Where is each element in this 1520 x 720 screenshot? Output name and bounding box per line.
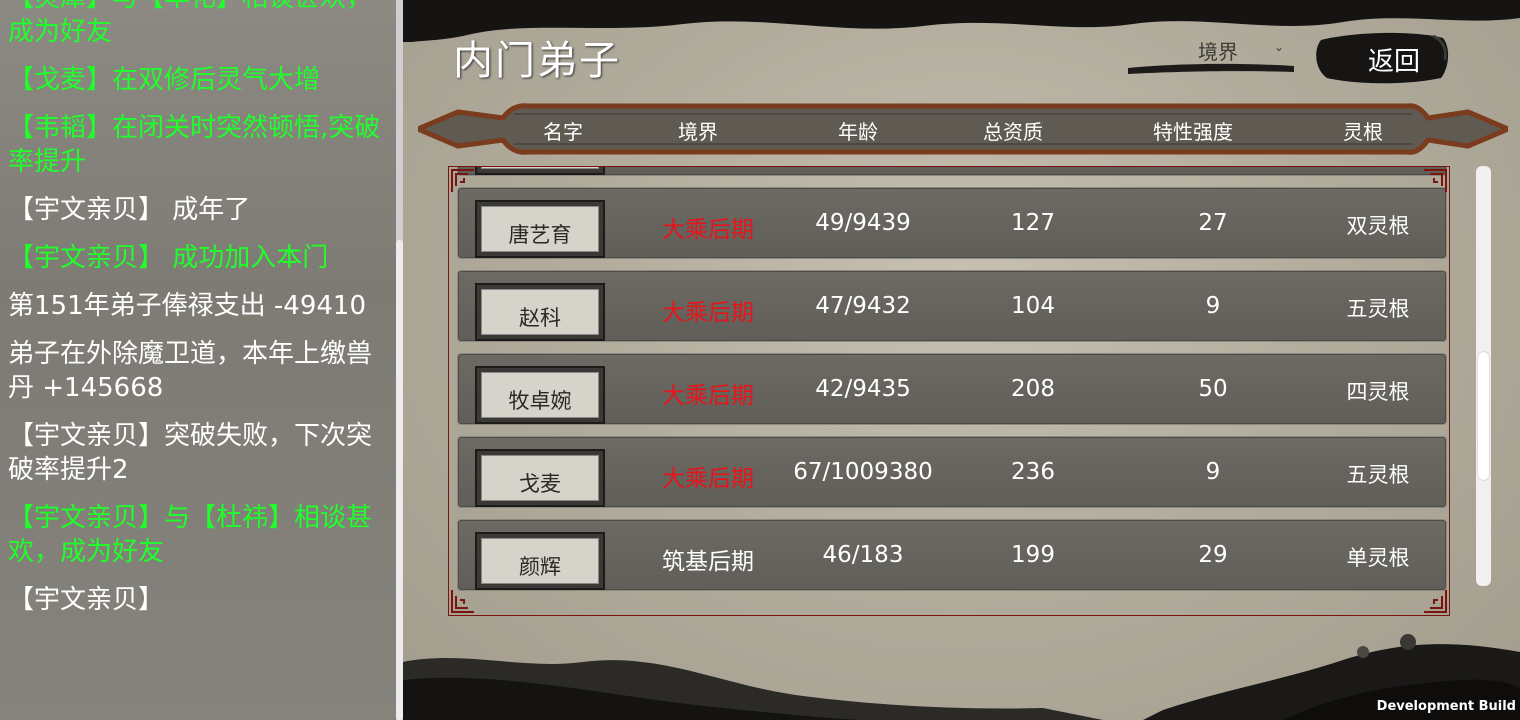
disciple-name-button[interactable]: 牧卓婉 [475, 366, 605, 424]
disciple-trait-strength: 29 [1198, 542, 1228, 568]
frame-corner-ornament [1424, 590, 1447, 613]
log-scrollbar[interactable] [396, 0, 403, 720]
disciple-name-button[interactable]: 赵科 [475, 283, 605, 341]
name-plate-face: 戈麦 [481, 455, 599, 501]
name-plate-face: 赵科 [481, 289, 599, 335]
disciple-spirit-root: 四灵根 [1346, 380, 1410, 404]
column-header-root: 灵根 [1343, 120, 1383, 144]
disciple-trait-strength: 9 [1205, 293, 1221, 319]
disciple-trait-strength: 50 [1198, 376, 1228, 402]
name-plate-face: 颜辉 [481, 538, 599, 584]
disciple-name: 赵科 [519, 306, 561, 330]
log-scrollbar-thumb[interactable] [396, 240, 403, 720]
disciple-age: 67/1009380 [793, 459, 933, 485]
log-entry: 【宇文亲贝】与【杜祎】相谈甚欢，成为好友 [8, 503, 373, 567]
disciple-spirit-root: 双灵根 [1346, 214, 1410, 238]
column-header-age: 年龄 [838, 120, 878, 144]
disciple-age: 46/183 [822, 542, 904, 568]
disciple-name-button[interactable]: 唐艺育 [475, 200, 605, 258]
disciple-realm: 大乘后期 [662, 217, 754, 243]
table-header: 名字 境界 年龄 总资质 特性强度 灵根 [411, 98, 1515, 160]
disciple-spirit-root: 五灵根 [1346, 297, 1410, 321]
name-plate-face: 牧卓婉 [481, 372, 599, 418]
disciple-name-button[interactable]: 戈麦 [475, 449, 605, 507]
disciple-aptitude: 236 [1011, 459, 1055, 485]
disciple-age: 42/9435 [815, 376, 911, 402]
table-scrollbar[interactable] [1476, 166, 1491, 586]
log-entry: 【宇文亲贝】突破失败，下次突破率提升2 [8, 421, 373, 485]
frame-corner-ornament [451, 169, 474, 192]
back-button[interactable]: 返回 [1313, 30, 1449, 84]
table-row[interactable]: 牧卓婉 大乘后期 42/9435 208 50 四灵根 [457, 353, 1447, 425]
table-row[interactable]: 颜辉 筑基后期 46/183 199 29 单灵根 [457, 519, 1447, 591]
disciple-trait-strength: 27 [1198, 210, 1228, 236]
disciple-realm: 大乘后期 [662, 383, 754, 409]
column-header-aptitude: 总资质 [983, 120, 1043, 144]
table-row[interactable]: 赵科 大乘后期 47/9432 104 9 五灵根 [457, 270, 1447, 342]
column-header-name: 名字 [543, 120, 583, 144]
page-title: 内门弟子 [453, 38, 621, 84]
disciple-list-panel: 内门弟子 境界 ⌄ 返回 名字 境界 年龄 总资质 特性强度 灵根 符迈大乘后期… [403, 0, 1520, 720]
realm-filter-dropdown[interactable]: 境界 ⌄ [1128, 32, 1298, 76]
disciple-table[interactable]: 符迈大乘后期39/943510310三灵根唐艺育大乘后期49/943912727… [448, 166, 1450, 616]
log-entry: 【宇文亲贝】 [8, 585, 165, 615]
log-entry: 【韦韬】在闭关时突然顿悟,突破率提升 [8, 113, 381, 177]
table-scrollbar-thumb[interactable] [1478, 352, 1489, 480]
column-header-realm: 境界 [678, 120, 718, 144]
disciple-aptitude: 208 [1011, 376, 1055, 402]
disciple-aptitude: 127 [1011, 210, 1055, 236]
log-entry: 弟子在外除魔卫道，本年上缴兽丹 +145668 [8, 339, 373, 403]
disciple-name: 戈麦 [519, 472, 561, 496]
log-entry: 【宇文亲贝】 成年了 [8, 195, 251, 225]
disciple-realm: 大乘后期 [662, 300, 754, 326]
log-entry: 【戈麦】在双修后灵气大增 [8, 65, 321, 95]
disciple-aptitude: 199 [1011, 542, 1055, 568]
chevron-down-icon: ⌄ [1274, 40, 1285, 54]
realm-filter-label: 境界 [1198, 40, 1238, 64]
disciple-name-button[interactable]: 颜辉 [475, 532, 605, 590]
disciple-age: 49/9439 [815, 210, 911, 236]
log-entry: 【灵犀】与【华化】相谈甚欢，成为好友 [8, 0, 372, 47]
disciple-realm: 筑基后期 [662, 549, 754, 575]
disciple-aptitude: 104 [1011, 293, 1055, 319]
name-plate-face: 符迈 [481, 167, 599, 169]
ink-wash-mountains-decoration [403, 634, 1520, 720]
disciple-spirit-root: 单灵根 [1346, 546, 1410, 570]
frame-corner-ornament [1424, 169, 1447, 192]
table-row[interactable]: 戈麦 大乘后期 67/1009380 236 9 五灵根 [457, 436, 1447, 508]
disciple-name-button[interactable]: 符迈 [475, 167, 605, 175]
back-button-label: 返回 [1368, 47, 1421, 77]
disciple-name: 唐艺育 [508, 223, 572, 247]
disciple-trait-strength: 9 [1205, 459, 1221, 485]
log-entry: 【宇文亲贝】 成功加入本门 [8, 243, 329, 273]
disciple-name: 牧卓婉 [508, 389, 572, 413]
disciple-spirit-root: 五灵根 [1346, 463, 1410, 487]
disciple-age: 47/9432 [815, 293, 911, 319]
table-row[interactable]: 符迈大乘后期39/943510310三灵根 [457, 167, 1447, 176]
table-row[interactable]: 唐艺育 大乘后期 49/9439 127 27 双灵根 [457, 187, 1447, 259]
event-log-panel[interactable]: 【灵犀】与【华化】相谈甚欢，成为好友 【戈麦】在双修后灵气大增 【韦韬】在闭关时… [0, 0, 396, 720]
name-plate-face: 唐艺育 [481, 206, 599, 252]
disciple-realm: 大乘后期 [662, 466, 754, 492]
development-build-watermark: Development Build [1376, 699, 1516, 714]
column-header-trait: 特性强度 [1153, 120, 1233, 144]
disciple-name: 颜辉 [519, 555, 561, 579]
log-entry: 第151年弟子俸禄支出 -49410 [8, 291, 366, 321]
frame-corner-ornament [451, 590, 474, 613]
